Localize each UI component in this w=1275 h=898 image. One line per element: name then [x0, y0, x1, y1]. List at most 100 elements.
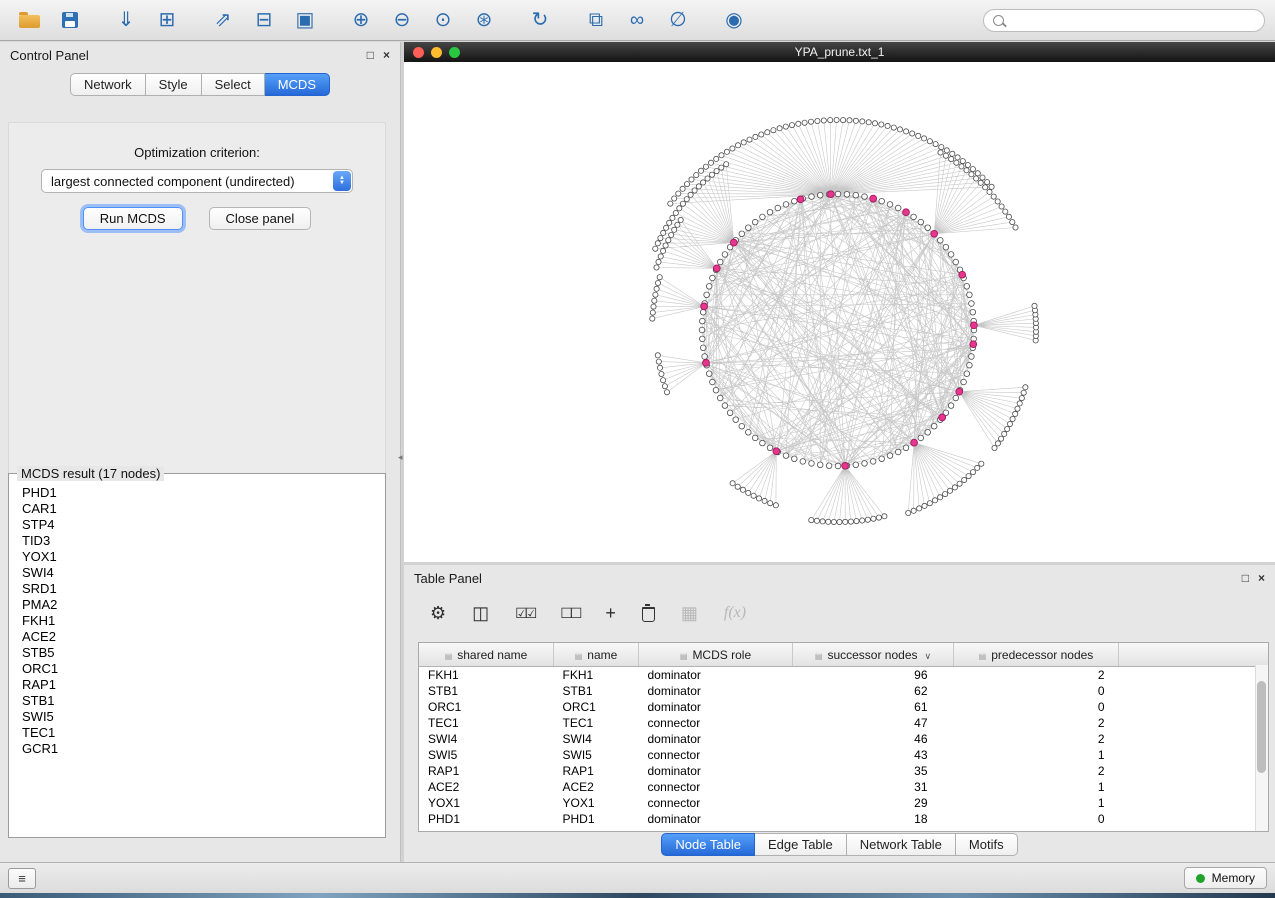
- network-node[interactable]: [948, 403, 954, 409]
- status-menu-button[interactable]: ≡: [8, 868, 36, 889]
- network-node[interactable]: [673, 210, 678, 215]
- column-header-shared-name[interactable]: ▤shared name: [419, 643, 554, 667]
- network-node[interactable]: [700, 345, 706, 351]
- network-node[interactable]: [688, 192, 693, 197]
- network-node[interactable]: [847, 118, 852, 123]
- network-node[interactable]: [700, 309, 706, 315]
- mcds-hub-node[interactable]: [970, 341, 977, 348]
- mcds-result-item[interactable]: CAR1: [22, 501, 385, 517]
- network-node[interactable]: [1017, 401, 1022, 406]
- network-node[interactable]: [953, 395, 959, 401]
- network-node[interactable]: [938, 495, 943, 500]
- mcds-result-item[interactable]: SWI4: [22, 565, 385, 581]
- mcds-hub-node[interactable]: [713, 265, 720, 272]
- close-panel-icon[interactable]: ×: [1258, 572, 1265, 584]
- network-node[interactable]: [664, 390, 669, 395]
- network-node[interactable]: [954, 160, 959, 165]
- network-node[interactable]: [995, 199, 1000, 204]
- import-table-from-file-button[interactable]: ⊞: [148, 4, 186, 36]
- network-node[interactable]: [949, 157, 954, 162]
- close-window-icon[interactable]: [413, 47, 424, 58]
- network-node[interactable]: [844, 192, 850, 198]
- zoom-in-button[interactable]: ⊕: [342, 4, 380, 36]
- network-node[interactable]: [708, 160, 713, 165]
- network-node[interactable]: [989, 184, 994, 189]
- network-node[interactable]: [796, 121, 801, 126]
- network-node[interactable]: [739, 231, 745, 237]
- network-node[interactable]: [1023, 385, 1028, 390]
- network-node[interactable]: [702, 354, 708, 360]
- mcds-hub-node[interactable]: [911, 439, 918, 446]
- mcds-result-list[interactable]: PHD1CAR1STP4TID3YOX1SWI4SRD1PMA2FKH1ACE2…: [9, 481, 385, 833]
- export-image-button[interactable]: ▣: [286, 4, 324, 36]
- network-node[interactable]: [879, 198, 885, 204]
- export-network-button[interactable]: ⇗: [204, 4, 242, 36]
- network-node[interactable]: [661, 378, 666, 383]
- network-node[interactable]: [964, 284, 970, 290]
- network-node[interactable]: [817, 462, 823, 468]
- network-node[interactable]: [717, 259, 723, 265]
- network-node[interactable]: [853, 462, 859, 468]
- network-canvas[interactable]: [404, 62, 1275, 562]
- network-node[interactable]: [970, 309, 976, 315]
- table-row[interactable]: PHD1PHD1dominator180: [419, 811, 1268, 827]
- save-session-button[interactable]: [51, 4, 89, 36]
- network-node[interactable]: [964, 168, 969, 173]
- network-node[interactable]: [752, 219, 758, 225]
- network-node[interactable]: [1002, 431, 1007, 436]
- network-node[interactable]: [680, 201, 685, 206]
- table-row[interactable]: ACE2ACE2connector311: [419, 779, 1268, 795]
- network-node[interactable]: [652, 298, 657, 303]
- network-node[interactable]: [760, 440, 766, 446]
- mcds-hub-node[interactable]: [828, 191, 835, 198]
- network-node[interactable]: [879, 456, 885, 462]
- network-node[interactable]: [925, 225, 931, 231]
- column-menu-icon[interactable]: ▤: [680, 652, 688, 661]
- network-node[interactable]: [974, 176, 979, 181]
- network-node[interactable]: [991, 194, 996, 199]
- network-node[interactable]: [943, 153, 948, 158]
- network-node[interactable]: [672, 196, 677, 201]
- network-node[interactable]: [953, 259, 959, 265]
- network-node[interactable]: [1013, 225, 1018, 230]
- network-node[interactable]: [735, 484, 740, 489]
- network-node[interactable]: [970, 470, 975, 475]
- tab-network[interactable]: Network: [70, 73, 146, 96]
- network-node[interactable]: [659, 371, 664, 376]
- network-node[interactable]: [658, 254, 663, 259]
- network-node[interactable]: [865, 517, 870, 522]
- network-node[interactable]: [773, 503, 778, 508]
- network-node[interactable]: [925, 430, 931, 436]
- network-node[interactable]: [895, 205, 901, 211]
- network-node[interactable]: [955, 155, 960, 160]
- hide-selected-button[interactable]: ∅: [659, 4, 697, 36]
- network-node[interactable]: [903, 445, 909, 451]
- mcds-hub-node[interactable]: [959, 271, 966, 278]
- network-node[interactable]: [657, 275, 662, 280]
- network-node[interactable]: [684, 197, 689, 202]
- network-node[interactable]: [700, 318, 706, 324]
- network-node[interactable]: [692, 188, 697, 193]
- network-node[interactable]: [939, 145, 944, 150]
- network-node[interactable]: [730, 146, 735, 151]
- table-row[interactable]: TEC1TEC1connector472: [419, 715, 1268, 731]
- table-row[interactable]: YOX1YOX1connector291: [419, 795, 1268, 811]
- network-node[interactable]: [714, 169, 719, 174]
- create-column-button[interactable]: +: [605, 604, 616, 622]
- network-node[interactable]: [1005, 426, 1010, 431]
- table-settings-button[interactable]: ⚙: [430, 604, 446, 622]
- network-node[interactable]: [680, 186, 685, 191]
- network-node[interactable]: [765, 130, 770, 135]
- network-node[interactable]: [747, 137, 752, 142]
- network-node[interactable]: [975, 465, 980, 470]
- network-node[interactable]: [895, 449, 901, 455]
- network-node[interactable]: [904, 129, 909, 134]
- network-node[interactable]: [885, 123, 890, 128]
- network-node[interactable]: [724, 162, 729, 167]
- network-node[interactable]: [871, 516, 876, 521]
- network-node[interactable]: [675, 222, 680, 227]
- function-builder-button[interactable]: f(x): [724, 605, 746, 621]
- column-header-name[interactable]: ▤name: [554, 643, 639, 667]
- network-node[interactable]: [843, 519, 848, 524]
- network-node[interactable]: [677, 206, 682, 211]
